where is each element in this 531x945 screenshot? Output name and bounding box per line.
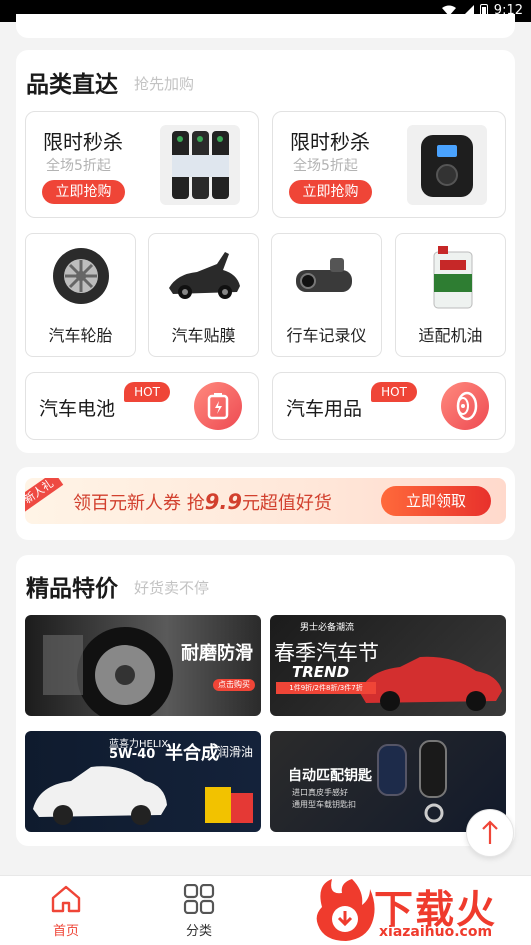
hot-item-battery[interactable]: 汽车电池 HOT: [25, 372, 259, 440]
promo-trend: TREND: [292, 663, 350, 681]
promo-caption: 半合成: [165, 743, 219, 764]
promo-top-text: 男士必备潮流: [300, 623, 355, 633]
section-subtitle: 抢先加购: [134, 75, 195, 93]
air-compressor-image: [407, 125, 487, 205]
promo-tag: 点击购买: [213, 679, 255, 691]
engine-oil-icon: [414, 244, 489, 309]
category-item-tires[interactable]: 汽车轮胎: [25, 233, 136, 357]
arrow-up-icon: [482, 820, 498, 844]
watermark-url: xiazaihuo.com: [379, 924, 493, 940]
category-label: 汽车贴膜: [171, 326, 236, 345]
section-title: 品类直达: [26, 72, 118, 98]
section-title: 精品特价: [26, 576, 118, 602]
promo-line-1: 进口真皮手感好: [292, 788, 348, 797]
coupon-text: 领百元新人券 抢9.9元超值好货: [73, 489, 332, 515]
promo-caption-2: 润滑油: [217, 745, 254, 759]
battery-icon: [194, 382, 242, 430]
flash-sale-card-1[interactable]: 限时秒杀 全场5折起 立即抢购: [25, 111, 259, 218]
category-label: 行车记录仪: [286, 326, 367, 345]
category-item-dashcam[interactable]: 行车记录仪: [271, 233, 382, 357]
category-label: 汽车轮胎: [48, 326, 113, 345]
tab-label: 首页: [52, 924, 79, 939]
claim-coupon-button[interactable]: 立即领取: [381, 486, 491, 516]
sports-car-icon: [167, 244, 242, 309]
flame-logo-icon: [316, 879, 375, 941]
hot-item-label: 汽车电池: [39, 398, 116, 420]
tab-home[interactable]: 首页: [26, 884, 106, 939]
tab-category[interactable]: 分类: [159, 883, 239, 939]
promo-engine-oil[interactable]: 蓝喜力HELIX 5W-40 半合成 润滑油: [25, 731, 261, 832]
scroll-to-top-button[interactable]: [466, 809, 514, 857]
coupon-highlight: 9.9: [204, 490, 242, 514]
promo-tag: 1件9折/2件8折/3件7折: [276, 682, 376, 694]
flash-sale-title: 限时秒杀: [290, 130, 370, 154]
home-icon: [51, 885, 81, 913]
coupon-text-after: 元超值好货: [241, 493, 332, 514]
hot-badge: HOT: [371, 382, 417, 402]
previous-card: [16, 14, 515, 38]
coupon-text-before: 领百元新人券 抢: [73, 493, 205, 514]
hot-item-label: 汽车用品: [286, 398, 363, 420]
hot-badge: HOT: [124, 382, 170, 402]
dashcam-icon: [290, 244, 365, 309]
tab-label: 分类: [185, 924, 212, 939]
grid-icon: [183, 883, 215, 915]
new-user-coupon-banner[interactable]: 新人礼 领百元新人券 抢9.9元超值好货 立即领取: [25, 478, 506, 524]
buy-now-button[interactable]: 立即抢购: [42, 180, 125, 204]
watermark: 下载火 xiazaihuo.com: [312, 876, 531, 945]
category-item-oil[interactable]: 适配机油: [395, 233, 506, 357]
flash-sale-card-2[interactable]: 限时秒杀 全场5折起 立即抢购: [272, 111, 506, 218]
hot-item-supplies[interactable]: 汽车用品 HOT: [272, 372, 506, 440]
promo-caption: 自动匹配钥匙: [288, 768, 372, 784]
promo-spec: 5W-40: [109, 747, 156, 762]
new-user-badge: 新人礼: [25, 478, 64, 513]
promo-tire[interactable]: 耐磨防滑 点击购买: [25, 615, 261, 716]
category-item-film[interactable]: 汽车贴膜: [148, 233, 259, 357]
tire-promo-image: [43, 627, 173, 716]
flash-sale-subtitle: 全场5折起: [293, 158, 358, 174]
promo-caption: 耐磨防滑: [181, 643, 253, 664]
category-label: 适配机油: [418, 326, 483, 345]
promo-line-2: 通用型车载钥匙扣: [292, 800, 356, 809]
buy-now-button[interactable]: 立即抢购: [289, 180, 372, 204]
flash-sale-title: 限时秒杀: [43, 130, 123, 154]
tire-icon: [44, 244, 119, 309]
wheel-icon: [441, 382, 489, 430]
promo-spring-festival[interactable]: 男士必备潮流 春季汽车节 TREND 1件9折/2件8折/3件7折: [270, 615, 506, 716]
flash-sale-subtitle: 全场5折起: [46, 158, 111, 174]
section-subtitle: 好货卖不停: [134, 579, 210, 597]
spray-cans-image: [160, 125, 240, 205]
